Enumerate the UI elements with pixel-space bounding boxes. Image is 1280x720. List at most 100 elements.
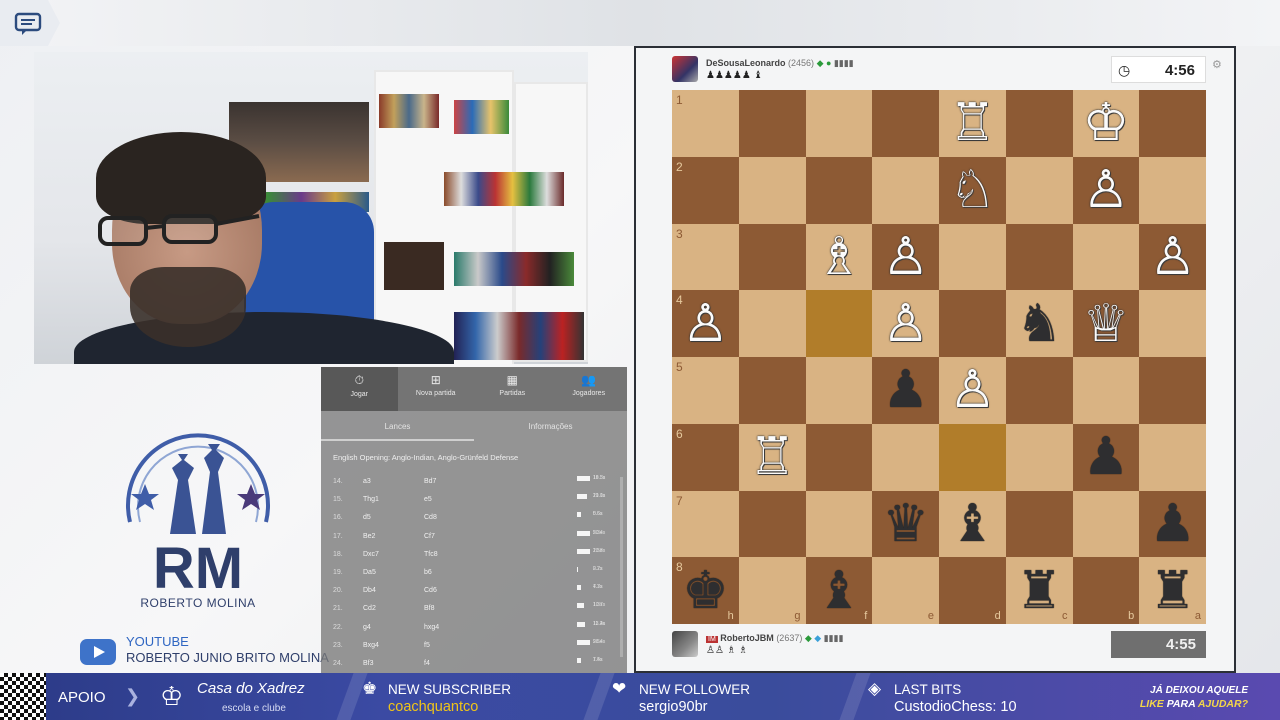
square-b4[interactable]: ♕	[1072, 290, 1140, 357]
square-h8[interactable]: 8 h ♚	[672, 557, 739, 624]
top-player-name[interactable]: DeSousaLeonardo	[706, 58, 786, 68]
tab-jogadores[interactable]: 👥 Jogadores	[551, 367, 628, 411]
black-bishop-icon[interactable]: ♝	[816, 565, 863, 617]
tab-nova-partida[interactable]: ⊞ Nova partida	[398, 367, 475, 411]
black-knight-icon[interactable]: ♞	[1016, 298, 1063, 350]
square-e7[interactable]: ♛	[872, 490, 939, 558]
square-h3[interactable]: 3	[672, 223, 739, 291]
white-pawn-icon[interactable]: ♙	[682, 298, 729, 350]
black-pawn-icon[interactable]: ♟	[882, 364, 929, 416]
tab-partidas[interactable]: ▦ Partidas	[474, 367, 551, 411]
square-h4[interactable]: 4 ♙	[672, 290, 739, 357]
square-d2[interactable]: ♘	[939, 156, 1006, 224]
square-d6[interactable]	[939, 423, 1006, 491]
black-move[interactable]: b6	[424, 569, 432, 576]
square-c2[interactable]	[1005, 156, 1073, 224]
white-move[interactable]: Dxc7	[363, 551, 379, 558]
square-b5[interactable]	[1072, 357, 1140, 424]
square-e8[interactable]: e	[872, 557, 939, 624]
square-f3[interactable]: ♗	[805, 223, 873, 291]
white-rook-icon[interactable]: ♖	[749, 431, 796, 483]
white-move[interactable]: d5	[363, 514, 371, 521]
white-move[interactable]: Be2	[363, 533, 375, 540]
square-b7[interactable]	[1072, 490, 1140, 558]
black-move[interactable]: e5	[424, 496, 432, 503]
black-move[interactable]: Cd6	[424, 587, 437, 594]
square-c7[interactable]	[1005, 490, 1073, 558]
square-g3[interactable]	[738, 223, 806, 291]
square-f2[interactable]	[805, 156, 873, 224]
black-pawn-icon[interactable]: ♟	[1149, 498, 1196, 550]
square-e1[interactable]	[872, 90, 939, 157]
square-f1[interactable]	[805, 90, 873, 157]
chat-button[interactable]	[0, 0, 60, 46]
white-move[interactable]: Da5	[363, 569, 376, 576]
square-f6[interactable]	[805, 423, 873, 491]
black-move[interactable]: Cf7	[424, 533, 435, 540]
bottom-player-avatar[interactable]	[672, 631, 698, 657]
square-c3[interactable]	[1005, 223, 1073, 291]
chessboard[interactable]: 1 ♖ ♔ 2 ♘ ♙ 3 ♗ ♙ ♙ 4 ♙ ♙ ♞ ♕ 5 ♟ ♙ 6 ♖ ♟ 7 ♛ ♝ ♟ 8 h ♚ g f ♝ e d c ♜ b a ♜	[672, 90, 1206, 624]
square-e2[interactable]	[872, 156, 939, 224]
square-g6[interactable]: ♖	[738, 423, 806, 491]
tab-jogar[interactable]: ⏱ Jogar	[321, 367, 398, 411]
square-h6[interactable]: 6	[672, 423, 739, 491]
square-c5[interactable]	[1005, 357, 1073, 424]
square-b8[interactable]: b	[1072, 557, 1140, 624]
black-move[interactable]: hxg4	[424, 624, 439, 631]
square-b6[interactable]: ♟	[1072, 423, 1140, 491]
square-h7[interactable]: 7	[672, 490, 739, 558]
white-move[interactable]: Bxg4	[363, 642, 379, 649]
square-h5[interactable]: 5	[672, 357, 739, 424]
white-move[interactable]: Cd2	[363, 605, 376, 612]
black-move[interactable]: Tfc8	[424, 551, 438, 558]
white-pawn-icon[interactable]: ♙	[1149, 231, 1196, 283]
white-king-icon[interactable]: ♔	[1083, 97, 1130, 149]
black-move[interactable]: Bd7	[424, 478, 436, 485]
square-h1[interactable]: 1	[672, 90, 739, 157]
square-a3[interactable]: ♙	[1139, 223, 1206, 291]
square-c1[interactable]	[1005, 90, 1073, 157]
square-e4[interactable]: ♙	[872, 290, 939, 357]
square-a8[interactable]: a ♜	[1139, 557, 1206, 624]
subtab-lances[interactable]: Lances	[321, 411, 474, 441]
black-rook-icon[interactable]: ♜	[1149, 565, 1196, 617]
white-pawn-icon[interactable]: ♙	[1083, 164, 1130, 216]
square-a2[interactable]	[1139, 156, 1206, 224]
square-d7[interactable]: ♝	[939, 490, 1006, 558]
square-a7[interactable]: ♟	[1139, 490, 1206, 558]
black-move[interactable]: f5	[424, 642, 430, 649]
square-b1[interactable]: ♔	[1072, 90, 1140, 157]
square-g5[interactable]	[738, 357, 806, 424]
white-pawn-icon[interactable]: ♙	[949, 364, 996, 416]
white-move[interactable]: Bf3	[363, 660, 374, 667]
subtab-informacoes[interactable]: Informações	[474, 411, 627, 441]
white-move[interactable]: Db4	[363, 587, 376, 594]
top-player-avatar[interactable]	[672, 56, 698, 82]
square-c4[interactable]: ♞	[1005, 290, 1073, 357]
square-a5[interactable]	[1139, 357, 1206, 424]
square-a1[interactable]	[1139, 90, 1206, 157]
square-f8[interactable]: f ♝	[805, 557, 873, 624]
square-f5[interactable]	[805, 357, 873, 424]
square-g7[interactable]	[738, 490, 806, 558]
black-pawn-icon[interactable]: ♟	[1083, 431, 1130, 483]
square-e5[interactable]: ♟	[872, 357, 939, 424]
square-c8[interactable]: c ♜	[1005, 557, 1073, 624]
square-h2[interactable]: 2	[672, 156, 739, 224]
square-e3[interactable]: ♙	[872, 223, 939, 291]
square-a4[interactable]	[1139, 290, 1206, 357]
white-pawn-icon[interactable]: ♙	[882, 298, 929, 350]
black-move[interactable]: Cd8	[424, 514, 437, 521]
square-f4[interactable]	[805, 290, 873, 357]
white-move[interactable]: a3	[363, 478, 371, 485]
square-d3[interactable]	[939, 223, 1006, 291]
square-g2[interactable]	[738, 156, 806, 224]
square-a6[interactable]	[1139, 423, 1206, 491]
scrollbar[interactable]	[620, 477, 623, 657]
white-pawn-icon[interactable]: ♙	[882, 231, 929, 283]
black-move[interactable]: f4	[424, 660, 430, 667]
black-king-icon[interactable]: ♚	[682, 565, 729, 617]
square-b3[interactable]	[1072, 223, 1140, 291]
square-c6[interactable]	[1005, 423, 1073, 491]
